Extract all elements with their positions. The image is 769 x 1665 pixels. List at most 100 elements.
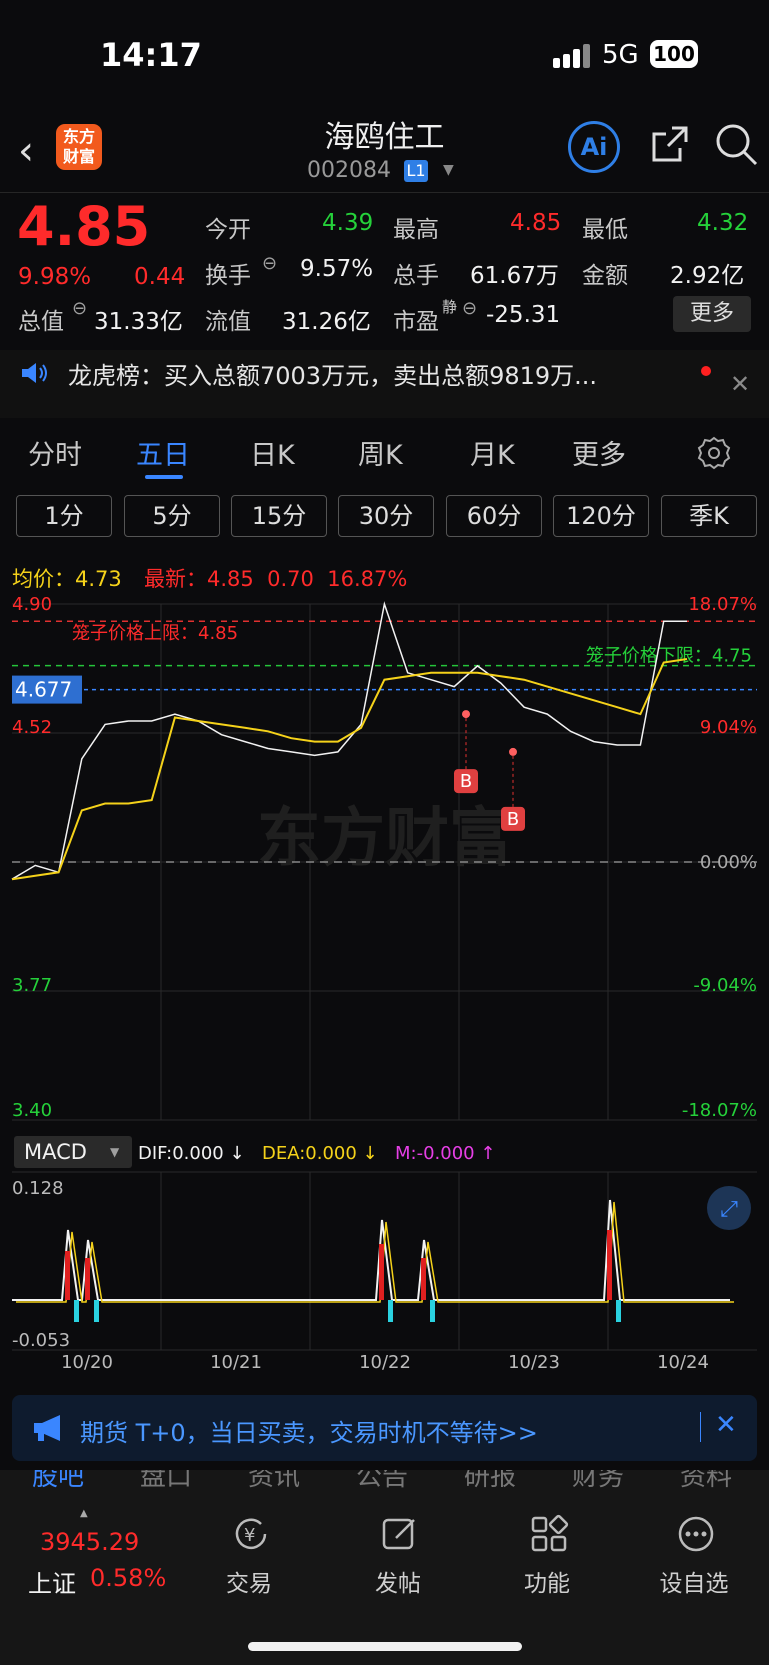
latest-info: 最新：4.85 0.70 16.87% bbox=[144, 563, 407, 593]
x-tick-label: 10/23 bbox=[508, 1352, 560, 1370]
tab-weekly-k[interactable]: 周K bbox=[358, 433, 403, 472]
sub-tab-profile[interactable]: 资料 bbox=[680, 1470, 732, 1492]
cursor-price: 4.677 bbox=[15, 678, 72, 702]
sub-tab-notice[interactable]: 公告 bbox=[356, 1470, 408, 1492]
macd-label[interactable]: MACD bbox=[24, 1140, 87, 1164]
signal-icon bbox=[553, 44, 590, 68]
tab-more[interactable]: 更多 bbox=[572, 433, 626, 472]
info-icon[interactable]: ⊖ bbox=[462, 298, 477, 319]
open-value: 4.39 bbox=[322, 210, 374, 236]
float-value: 31.26亿 bbox=[282, 309, 371, 335]
macd-y-min: -0.053 bbox=[12, 1330, 70, 1351]
level-badge[interactable]: L1 bbox=[404, 160, 428, 182]
divider bbox=[0, 192, 769, 193]
low-label: 最低 bbox=[582, 217, 628, 243]
open-label: 今开 bbox=[205, 217, 251, 243]
y-tick-right: 0.00% bbox=[700, 852, 757, 873]
sub-tab-finance[interactable]: 财务 bbox=[572, 1470, 624, 1492]
period-1m[interactable]: 1分 bbox=[16, 495, 112, 537]
info-icon[interactable]: ⊖ bbox=[72, 298, 87, 319]
macd-dea-line bbox=[16, 1201, 734, 1303]
y-tick-right: -18.07% bbox=[682, 1100, 757, 1121]
pe-label: 市盈 bbox=[393, 309, 439, 335]
svg-text:¥: ¥ bbox=[244, 1525, 255, 1546]
index-pct[interactable]: 0.58% bbox=[90, 1564, 166, 1592]
turnover-label: 换手 bbox=[205, 263, 251, 289]
macd-bar-neg bbox=[94, 1300, 99, 1322]
macd-bar-pos bbox=[607, 1230, 612, 1300]
close-icon[interactable]: ✕ bbox=[715, 1410, 737, 1440]
period-30m[interactable]: 30分 bbox=[338, 495, 434, 537]
edit-icon[interactable] bbox=[380, 1514, 420, 1554]
info-icon[interactable]: ⊖ bbox=[262, 253, 277, 274]
x-tick-label: 10/22 bbox=[359, 1352, 411, 1370]
trade-icon[interactable]: ¥ bbox=[231, 1514, 271, 1554]
y-tick-left: 4.90 bbox=[12, 594, 52, 615]
tab-intraday[interactable]: 分时 bbox=[28, 433, 82, 472]
ai-button[interactable]: Ai bbox=[568, 121, 620, 173]
tab-daily-k[interactable]: 日K bbox=[250, 433, 295, 472]
close-icon[interactable]: ✕ bbox=[730, 370, 750, 398]
latest-value: 4.85 bbox=[207, 567, 254, 591]
avg-label: 均价： bbox=[12, 567, 75, 591]
x-tick-label: 10/21 bbox=[210, 1352, 262, 1370]
sub-tab-news[interactable]: 资讯 bbox=[248, 1470, 300, 1492]
y-tick-right: 9.04% bbox=[700, 717, 757, 738]
tab-five-day[interactable]: 五日 bbox=[136, 433, 190, 472]
macd-y-max: 0.128 bbox=[12, 1178, 64, 1199]
latest-chg: 0.70 bbox=[267, 567, 314, 591]
buy-marker-label: B bbox=[460, 771, 472, 792]
sub-tab-pankou[interactable]: 盘口 bbox=[140, 1470, 192, 1492]
ad-text[interactable]: 期货 T+0，当日买卖，交易时机不等待>> bbox=[80, 1413, 538, 1448]
y-tick-left: 3.40 bbox=[12, 1100, 52, 1121]
grid-icon[interactable] bbox=[529, 1514, 569, 1554]
y-tick-left: 3.77 bbox=[12, 975, 52, 996]
x-tick-label: 10/24 bbox=[657, 1352, 709, 1370]
speaker-icon bbox=[22, 363, 47, 383]
index-name[interactable]: 上证 bbox=[28, 1564, 76, 1599]
more-button[interactable]: 更多 bbox=[673, 296, 751, 332]
news-text[interactable]: 龙虎榜：买入总额7003万元，卖出总额9819万... bbox=[68, 356, 597, 391]
period-season-k[interactable]: 季K bbox=[661, 495, 757, 537]
gear-icon[interactable] bbox=[697, 436, 731, 470]
pe-sup: 静 bbox=[442, 298, 458, 316]
cage-lower-label: 笼子价格下限：4.75 bbox=[586, 646, 752, 667]
index-value[interactable]: 3945.29 bbox=[40, 1528, 139, 1556]
chevron-down-icon[interactable]: ▼ bbox=[110, 1145, 119, 1159]
x-tick-label: 10/20 bbox=[61, 1352, 113, 1370]
nav-func[interactable]: 功能 bbox=[497, 1564, 597, 1598]
macd-dif: DIF:0.000 ↓ bbox=[138, 1143, 245, 1164]
search-icon[interactable] bbox=[714, 122, 758, 166]
buy-point bbox=[462, 710, 470, 719]
chevron-down-icon[interactable]: ▼ bbox=[443, 162, 454, 178]
period-15m[interactable]: 15分 bbox=[231, 495, 327, 537]
period-5m[interactable]: 5分 bbox=[124, 495, 220, 537]
macd-m: M:-0.000 ↑ bbox=[395, 1143, 496, 1164]
network-label: 5G bbox=[602, 40, 639, 70]
period-60m[interactable]: 60分 bbox=[446, 495, 542, 537]
price-chart[interactable]: 东方财富 4.90 4.52 3.77 3.40 18.07% 9.04% 0.00% -9.0… bbox=[0, 590, 769, 1130]
megaphone-icon bbox=[34, 1415, 60, 1441]
more-dots-icon[interactable] bbox=[676, 1514, 716, 1554]
change-pct: 9.98% bbox=[18, 264, 92, 290]
share-icon[interactable] bbox=[648, 124, 690, 166]
macd-chart[interactable]: 0.128 -0.053 ⤢ 10/20 10/21 10/22 10/23 10/24 bbox=[0, 1170, 769, 1370]
sub-tab-research[interactable]: 研报 bbox=[464, 1470, 516, 1492]
sub-tab-guba[interactable]: 股吧 bbox=[32, 1470, 84, 1492]
latest-chg-pct: 16.87% bbox=[327, 567, 408, 591]
macd-dea: DEA:0.000 ↓ bbox=[262, 1143, 378, 1164]
pe-value: -25.31 bbox=[486, 302, 561, 328]
nav-trade[interactable]: 交易 bbox=[199, 1564, 299, 1598]
nav-watchlist[interactable]: 设自选 bbox=[644, 1564, 744, 1598]
mktcap-label: 总值 bbox=[18, 309, 64, 335]
float-label: 流值 bbox=[205, 309, 251, 335]
buy-point bbox=[509, 747, 517, 756]
active-tab-indicator bbox=[145, 475, 183, 479]
period-120m[interactable]: 120分 bbox=[553, 495, 649, 537]
nav-post[interactable]: 发帖 bbox=[348, 1564, 448, 1598]
macd-bar-neg bbox=[616, 1300, 621, 1322]
buy-marker-label: B bbox=[507, 809, 519, 830]
high-value: 4.85 bbox=[510, 210, 562, 236]
tab-monthly-k[interactable]: 月K bbox=[470, 433, 515, 472]
macd-bar-pos bbox=[421, 1258, 426, 1300]
